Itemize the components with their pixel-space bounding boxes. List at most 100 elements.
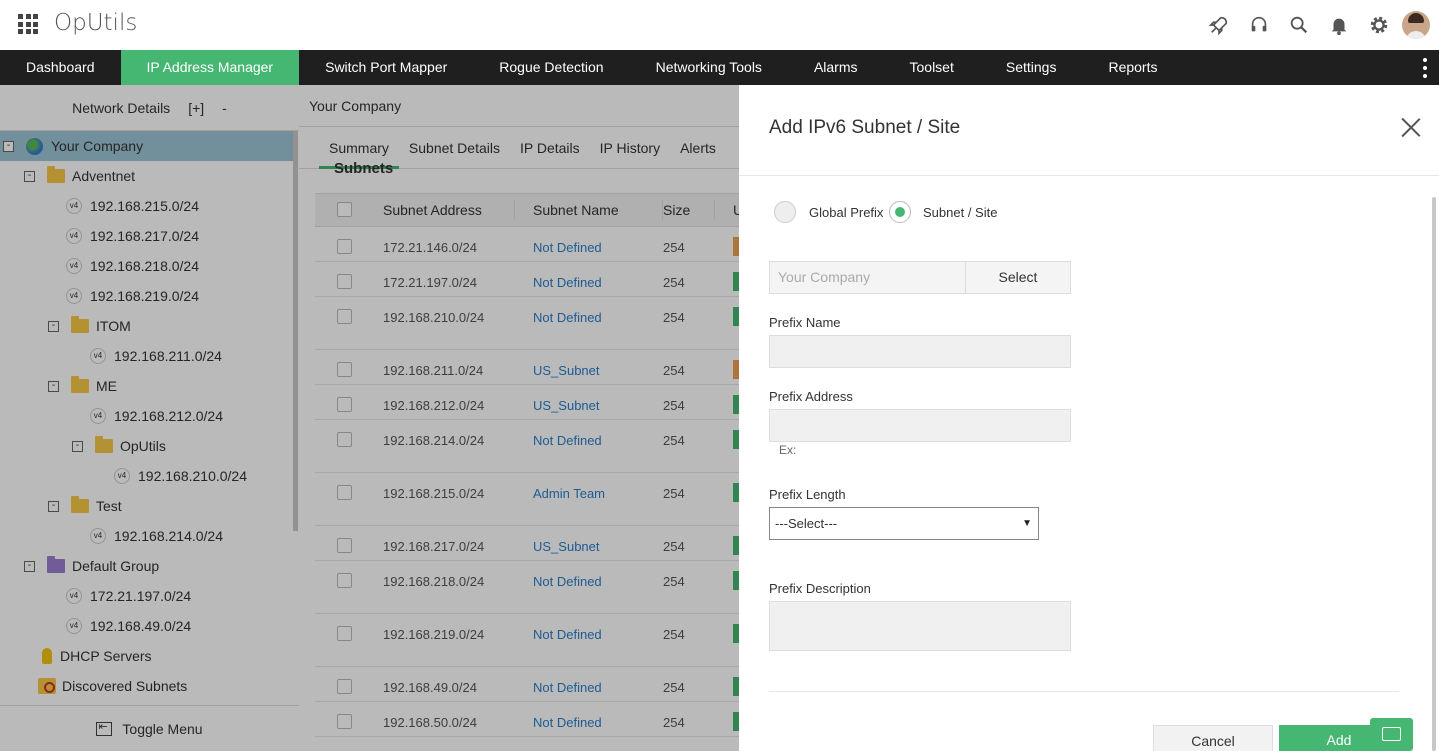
- prefix-description-textarea[interactable]: [769, 601, 1071, 651]
- tree-item-your-company[interactable]: - Your Company: [0, 131, 293, 161]
- collapse-toggle-icon[interactable]: -: [48, 500, 59, 512]
- table-row[interactable]: 172.21.197.0/24 Not Defined 254: [315, 262, 739, 297]
- subnet-name-link[interactable]: Admin Team: [533, 486, 605, 501]
- subnet-name-link[interactable]: US_Subnet: [533, 363, 600, 378]
- col-subnet-name[interactable]: Subnet Name: [533, 200, 663, 220]
- table-row[interactable]: 192.168.212.0/24 US_Subnet 254: [315, 385, 739, 420]
- row-checkbox[interactable]: [337, 714, 352, 729]
- subnet-name-link[interactable]: Not Defined: [533, 240, 602, 255]
- subnet-name-link[interactable]: Not Defined: [533, 574, 602, 589]
- subnet-site-radio[interactable]: [889, 201, 911, 223]
- table-row[interactable]: 192.168.214.0/24 Not Defined 254: [315, 420, 739, 473]
- tree-item-subnet[interactable]: v4 192.168.214.0/24: [72, 521, 223, 551]
- tree-item-subnet[interactable]: v4 192.168.212.0/24: [72, 401, 223, 431]
- subnet-name-link[interactable]: Not Defined: [533, 310, 602, 325]
- prefix-length-select[interactable]: ---Select--- ▼: [769, 507, 1039, 540]
- gear-icon[interactable]: [1359, 0, 1399, 50]
- tree-item-subnet[interactable]: v4 192.168.211.0/24: [72, 341, 222, 371]
- collapse-toggle-icon[interactable]: -: [3, 140, 14, 152]
- tree-item-test[interactable]: - Test: [48, 491, 122, 521]
- row-checkbox[interactable]: [337, 485, 352, 500]
- dialog-scrollbar[interactable]: [1432, 197, 1436, 751]
- rocket-icon[interactable]: [1199, 0, 1239, 50]
- row-checkbox[interactable]: [337, 274, 352, 289]
- prefix-name-input[interactable]: [769, 335, 1071, 368]
- row-checkbox[interactable]: [337, 679, 352, 694]
- tree-item-subnet[interactable]: v4 192.168.219.0/24: [48, 281, 199, 311]
- tab-subnet-details[interactable]: Subnet Details: [399, 127, 510, 169]
- nav-toolset[interactable]: Toolset: [884, 50, 980, 85]
- tree-item-default-group[interactable]: - Default Group: [24, 551, 159, 581]
- more-vertical-icon[interactable]: [1421, 58, 1429, 78]
- subnet-name-link[interactable]: Not Defined: [533, 680, 602, 695]
- table-row[interactable]: 192.168.210.0/24 Not Defined 254: [315, 297, 739, 350]
- search-icon[interactable]: [1279, 0, 1319, 50]
- collapse-all-button[interactable]: -: [222, 100, 227, 116]
- tree-item-me[interactable]: - ME: [48, 371, 117, 401]
- group-field[interactable]: Your Company: [770, 262, 966, 293]
- table-row[interactable]: 172.21.146.0/24 Not Defined 254: [315, 227, 739, 262]
- subnet-name-link[interactable]: Not Defined: [533, 433, 602, 448]
- subnet-name-link[interactable]: US_Subnet: [533, 539, 600, 554]
- tab-ip-details[interactable]: IP Details: [510, 127, 590, 169]
- row-checkbox[interactable]: [337, 239, 352, 254]
- bell-icon[interactable]: [1319, 0, 1359, 50]
- collapse-toggle-icon[interactable]: -: [48, 320, 59, 332]
- headset-icon[interactable]: [1239, 0, 1279, 50]
- tree-item-oputils[interactable]: - OpUtils: [72, 431, 166, 461]
- close-icon[interactable]: [1401, 117, 1421, 137]
- tab-ip-history[interactable]: IP History: [590, 127, 670, 169]
- sidebar-scrollbar[interactable]: [293, 131, 298, 531]
- row-checkbox[interactable]: [337, 573, 352, 588]
- tab-alerts[interactable]: Alerts: [670, 127, 726, 169]
- tree-item-subnet[interactable]: v4 192.168.49.0/24: [48, 611, 191, 641]
- row-checkbox[interactable]: [337, 397, 352, 412]
- col-size[interactable]: Size: [663, 200, 715, 220]
- select-all-checkbox[interactable]: [337, 202, 352, 217]
- subnet-name-link[interactable]: Not Defined: [533, 715, 602, 730]
- row-checkbox[interactable]: [337, 432, 352, 447]
- row-checkbox[interactable]: [337, 362, 352, 377]
- nav-reports[interactable]: Reports: [1082, 50, 1183, 85]
- tree-item-subnet[interactable]: v4 192.168.215.0/24: [48, 191, 199, 221]
- table-row[interactable]: 192.168.215.0/24 Admin Team 254: [315, 473, 739, 526]
- tree-item-subnet[interactable]: v4 192.168.218.0/24: [48, 251, 199, 281]
- nav-ip-address-manager[interactable]: IP Address Manager: [120, 50, 300, 85]
- table-row[interactable]: 192.168.218.0/24 Not Defined 254: [315, 561, 739, 614]
- tree-item-dhcp-servers[interactable]: DHCP Servers: [24, 641, 152, 671]
- prefix-address-input[interactable]: [769, 409, 1071, 442]
- nav-dashboard[interactable]: Dashboard: [0, 50, 121, 85]
- subnet-name-link[interactable]: Not Defined: [533, 275, 602, 290]
- table-row[interactable]: 192.168.49.0/24 Not Defined 254: [315, 667, 739, 702]
- nav-alarms[interactable]: Alarms: [788, 50, 884, 85]
- row-checkbox[interactable]: [337, 538, 352, 553]
- col-subnet-address[interactable]: Subnet Address: [383, 200, 515, 220]
- subnet-name-link[interactable]: US_Subnet: [533, 398, 600, 413]
- user-avatar[interactable]: [1399, 0, 1439, 50]
- tree-item-discovered-subnets[interactable]: Discovered Subnets: [24, 671, 187, 701]
- chat-icon[interactable]: [1370, 718, 1413, 751]
- nav-switch-port-mapper[interactable]: Switch Port Mapper: [299, 50, 473, 85]
- tree-item-itom[interactable]: - ITOM: [48, 311, 131, 341]
- collapse-toggle-icon[interactable]: -: [48, 380, 59, 392]
- table-row[interactable]: 192.168.217.0/24 US_Subnet 254: [315, 526, 739, 561]
- tree-item-subnet[interactable]: v4 192.168.210.0/24: [96, 461, 247, 491]
- app-grid-icon[interactable]: [18, 14, 38, 34]
- row-checkbox[interactable]: [337, 309, 352, 324]
- global-prefix-radio[interactable]: [774, 201, 796, 223]
- select-group-button[interactable]: Select: [966, 262, 1070, 293]
- cancel-button[interactable]: Cancel: [1153, 725, 1273, 751]
- nav-rogue-detection[interactable]: Rogue Detection: [473, 50, 629, 85]
- nav-settings[interactable]: Settings: [980, 50, 1083, 85]
- table-row[interactable]: 192.168.219.0/24 Not Defined 254: [315, 614, 739, 667]
- tree-item-adventnet[interactable]: - Adventnet: [24, 161, 135, 191]
- collapse-toggle-icon[interactable]: -: [72, 440, 83, 452]
- tree-item-subnet[interactable]: v4 192.168.217.0/24: [48, 221, 199, 251]
- nav-networking-tools[interactable]: Networking Tools: [630, 50, 788, 85]
- table-row[interactable]: 192.168.50.0/24 Not Defined 254: [315, 702, 739, 737]
- subnet-name-link[interactable]: Not Defined: [533, 627, 602, 642]
- table-row[interactable]: 192.168.211.0/24 US_Subnet 254: [315, 350, 739, 385]
- toggle-menu-button[interactable]: Toggle Menu: [0, 705, 299, 751]
- collapse-toggle-icon[interactable]: -: [24, 170, 35, 182]
- expand-all-button[interactable]: [+]: [188, 100, 204, 116]
